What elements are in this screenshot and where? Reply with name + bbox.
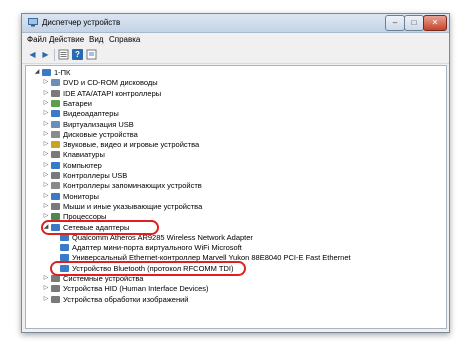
device-icon — [51, 141, 60, 149]
device-icon — [51, 161, 60, 169]
device-icon — [60, 233, 69, 241]
menu-bar: Файл Действие Вид Справка — [22, 33, 449, 46]
device-icon — [51, 192, 60, 200]
collapsed-arrow-icon[interactable]: ▷ — [43, 294, 49, 305]
device-icon — [51, 110, 60, 118]
device-icon — [51, 151, 60, 159]
tree-item-category[interactable]: ▷ Устройства обработки изображений — [26, 294, 444, 305]
device-icon — [51, 202, 60, 210]
device-icon — [60, 244, 69, 252]
toolbar: ◀ ▶ ? — [22, 47, 449, 64]
device-icon — [51, 285, 60, 293]
back-icon[interactable]: ◀ — [27, 49, 38, 60]
device-icon — [51, 275, 60, 282]
device-manager-window: Диспетчер устройств – □ ✕ Файл Действие … — [21, 13, 450, 333]
device-icon — [51, 99, 60, 107]
menu-file[interactable]: Файл — [27, 35, 47, 44]
device-tree[interactable]: ◢ 1-ПК ▷ DVD и CD-ROM дисководы ▷ IDE ATA/ATA… — [25, 65, 447, 329]
device-icon — [51, 79, 60, 87]
highlight-bluetooth-device — [50, 260, 246, 276]
device-icon — [51, 295, 60, 303]
device-icon — [51, 172, 60, 179]
menu-help[interactable]: Справка — [109, 35, 140, 44]
device-icon — [51, 130, 60, 138]
menu-action[interactable]: Действие — [49, 35, 84, 44]
refresh-icon[interactable] — [86, 49, 97, 60]
device-icon — [51, 89, 60, 97]
highlight-network-adapters — [41, 219, 159, 235]
forward-icon[interactable]: ▶ — [40, 49, 51, 60]
properties-icon[interactable] — [58, 49, 69, 60]
maximize-button[interactable]: □ — [404, 15, 424, 31]
close-button[interactable]: ✕ — [423, 15, 447, 31]
window-title: Диспетчер устройств — [42, 18, 121, 27]
device-icon — [51, 182, 60, 190]
device-icon — [51, 120, 60, 128]
toolbar-separator — [54, 49, 55, 61]
minimize-button[interactable]: – — [385, 15, 405, 31]
help-icon[interactable]: ? — [72, 49, 83, 60]
menu-view[interactable]: Вид — [89, 35, 103, 44]
device-icon — [42, 69, 51, 76]
device-manager-icon — [28, 18, 38, 27]
tree-item-label: Устройства обработки изображений — [63, 294, 189, 304]
title-bar[interactable]: Диспетчер устройств – □ ✕ — [22, 14, 449, 33]
